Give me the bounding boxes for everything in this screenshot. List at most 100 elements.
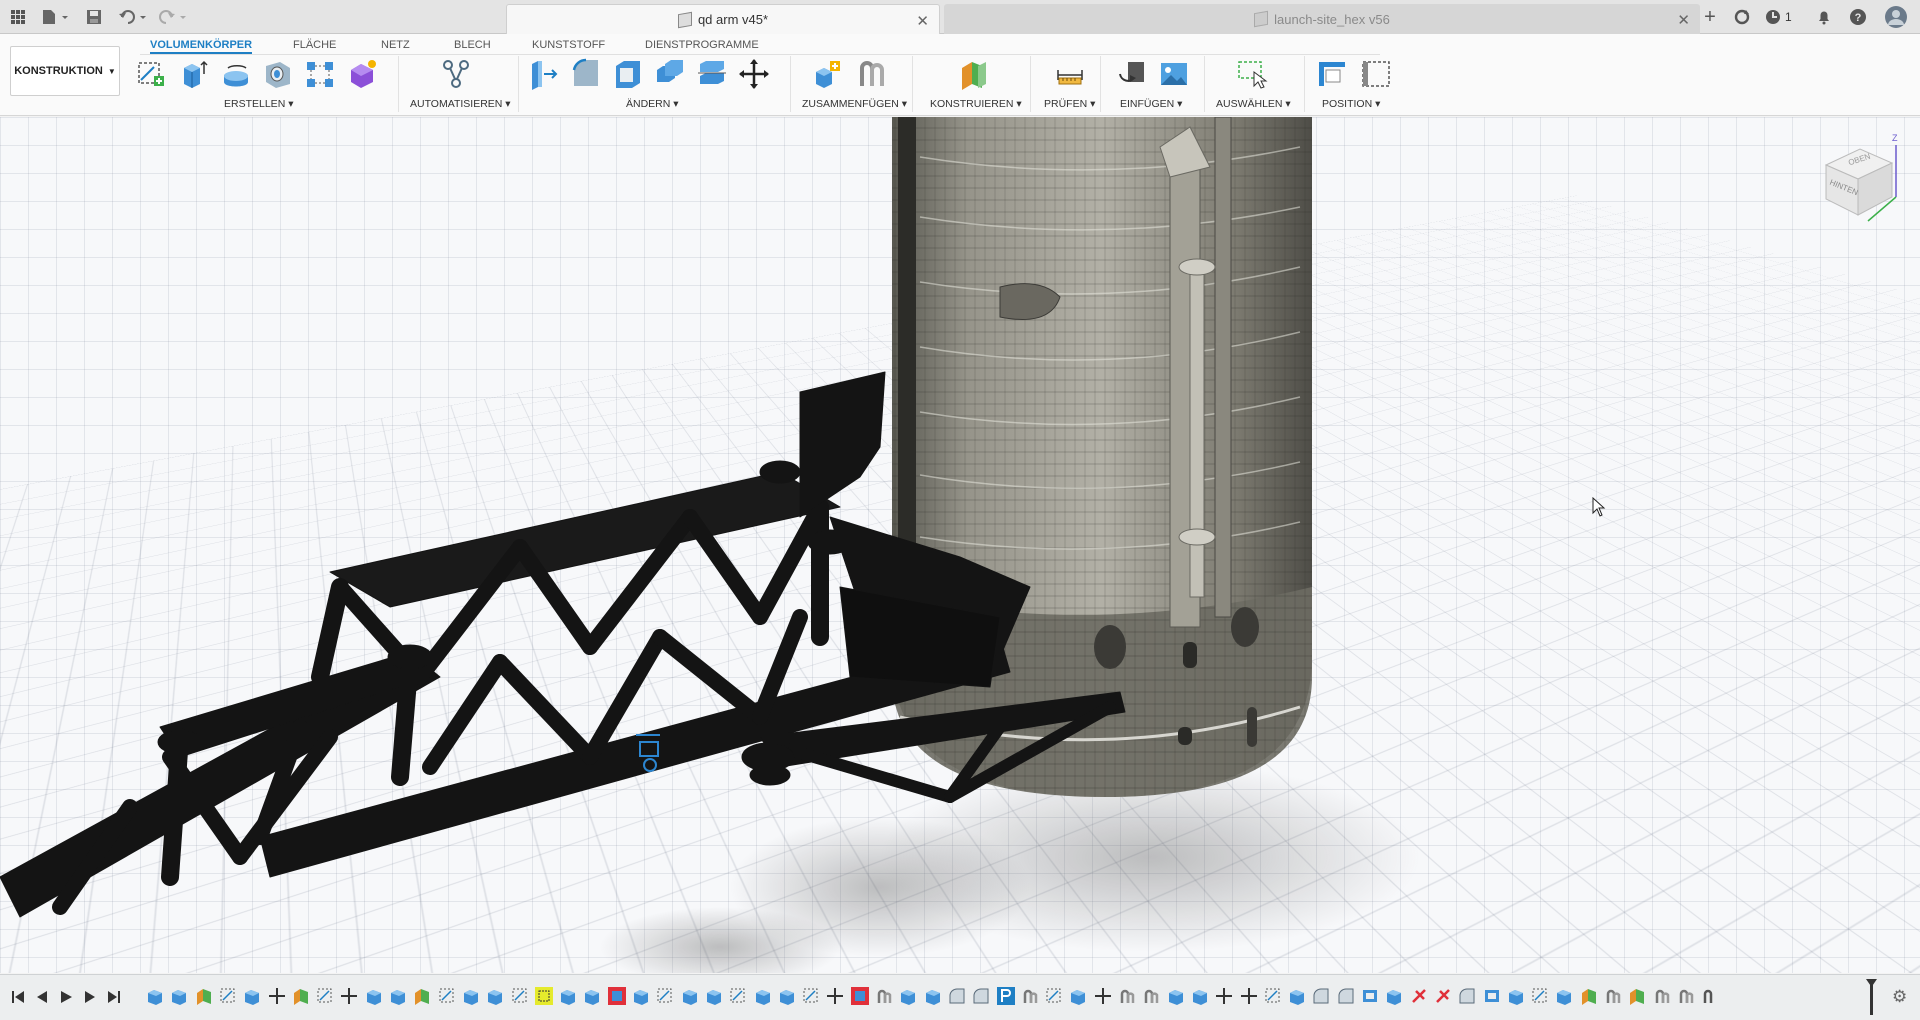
sync-icon[interactable] (1732, 7, 1752, 27)
position-capture-icon[interactable] (1316, 58, 1348, 90)
split-body-icon[interactable] (696, 58, 728, 90)
group-pruefen[interactable]: PRÜFEN ▾ (1044, 98, 1095, 110)
file-menu-icon[interactable] (38, 7, 72, 27)
3d-viewport[interactable] (0, 117, 1920, 973)
timeline-feature-sketch-icon[interactable] (316, 987, 334, 1005)
tab-blech[interactable]: BLECH (454, 36, 491, 54)
extrude-icon[interactable] (178, 58, 210, 90)
group-konstruieren[interactable]: KONSTRUIEREN ▾ (930, 98, 1022, 110)
timeline-settings-gear-icon[interactable]: ⚙ (1892, 987, 1912, 1007)
save-icon[interactable] (84, 7, 104, 27)
timeline-feature-body-icon[interactable] (924, 987, 942, 1005)
group-zusammenfuegen[interactable]: ZUSAMMENFÜGEN ▾ (802, 98, 907, 110)
timeline-prev-icon[interactable] (34, 989, 50, 1005)
timeline-marker[interactable] (1870, 981, 1873, 1015)
undo-icon[interactable] (116, 7, 150, 27)
timeline-feature-body-icon[interactable] (1555, 987, 1573, 1005)
timeline-feature-sketch-icon[interactable] (511, 987, 529, 1005)
timeline-feature-joint-icon[interactable] (1142, 987, 1160, 1005)
tab-qd-arm[interactable]: qd arm v45* ✕ (506, 4, 940, 34)
timeline-feature-sketch-icon[interactable] (1045, 987, 1063, 1005)
timeline-feature-move-icon[interactable] (268, 987, 286, 1005)
help-icon[interactable]: ? (1848, 7, 1868, 27)
timeline-feature-move-icon[interactable] (1094, 987, 1112, 1005)
new-component-icon[interactable] (812, 58, 844, 90)
group-position[interactable]: POSITION ▾ (1322, 98, 1380, 110)
timeline-feature-sketch-icon[interactable] (802, 987, 820, 1005)
timeline-feature-joint-icon[interactable] (1604, 987, 1622, 1005)
timeline-feature-move-icon[interactable] (340, 987, 358, 1005)
new-tab-icon[interactable]: + (1700, 7, 1720, 27)
insert-image-icon[interactable] (1158, 58, 1190, 90)
app-grid-icon[interactable] (8, 7, 28, 27)
notification-bell-icon[interactable] (1814, 7, 1834, 27)
timeline-play-icon[interactable] (58, 989, 74, 1005)
timeline-feature-body-icon[interactable] (559, 987, 577, 1005)
timeline-feature-fillet-icon[interactable] (972, 987, 990, 1005)
group-erstellen[interactable]: ERSTELLEN ▾ (224, 98, 293, 110)
group-auswaehlen[interactable]: AUSWÄHLEN ▾ (1216, 98, 1291, 110)
timeline-feature-sketch-icon[interactable] (438, 987, 456, 1005)
timeline-feature-plane-icon[interactable] (1628, 987, 1646, 1005)
insert-derive-icon[interactable] (1116, 58, 1148, 90)
timeline-feature-sel-r-icon[interactable] (851, 987, 869, 1005)
timeline-feature-sel-r-icon[interactable] (608, 987, 626, 1005)
timeline-feature-body-icon[interactable] (243, 987, 261, 1005)
timeline-feature-fillet-icon[interactable] (1312, 987, 1330, 1005)
timeline-feature-plane-icon[interactable] (1580, 987, 1598, 1005)
timeline-feature-end-icon[interactable] (1701, 987, 1719, 1005)
timeline-feature-body-icon[interactable] (1507, 987, 1525, 1005)
tab-volumenkoerper[interactable]: VOLUMENKÖRPER (150, 36, 252, 54)
timeline-feature-sketch-icon[interactable] (729, 987, 747, 1005)
close-tab-icon[interactable]: ✕ (1677, 11, 1690, 29)
model-scene[interactable] (0, 117, 1920, 973)
timeline-first-icon[interactable] (10, 989, 26, 1005)
tab-launch-site[interactable]: launch-site_hex v56 ✕ (944, 4, 1700, 34)
timeline-feature-sketch-icon[interactable] (1531, 987, 1549, 1005)
tab-flaeche[interactable]: FLÄCHE (293, 36, 336, 54)
timeline-feature-sel-b-icon[interactable] (997, 987, 1015, 1005)
revolve-icon[interactable] (220, 58, 252, 90)
shell-icon[interactable] (612, 58, 644, 90)
timeline-feature-body-icon[interactable] (899, 987, 917, 1005)
workspace-switcher[interactable]: KONSTRUKTION ▼ (10, 46, 120, 96)
timeline-feature-shell-icon[interactable] (1361, 987, 1379, 1005)
timeline-feature-plane-icon[interactable] (413, 987, 431, 1005)
hole-icon[interactable] (262, 58, 294, 90)
tab-dienstprogramme[interactable]: DIENSTPROGRAMME (645, 36, 759, 54)
timeline-feature-sketch-icon[interactable] (656, 987, 674, 1005)
timeline-feature-body-icon[interactable] (754, 987, 772, 1005)
create-sketch-icon[interactable] (136, 58, 168, 90)
timeline-feature-joint-icon[interactable] (875, 987, 893, 1005)
measure-icon[interactable] (1054, 58, 1086, 90)
timeline-feature-fillet-icon[interactable] (948, 987, 966, 1005)
redo-icon[interactable] (156, 7, 190, 27)
group-aendern[interactable]: ÄNDERN ▾ (626, 98, 679, 110)
pattern-icon[interactable] (304, 58, 336, 90)
tab-netz[interactable]: NETZ (381, 36, 410, 54)
fillet-icon[interactable] (570, 58, 602, 90)
group-einfuegen[interactable]: EINFÜGEN ▾ (1120, 98, 1182, 110)
position-revert-icon[interactable] (1360, 58, 1392, 90)
timeline-feature-body-icon[interactable] (1069, 987, 1087, 1005)
timeline-feature-sketch-icon[interactable] (219, 987, 237, 1005)
timeline-feature-body-icon[interactable] (705, 987, 723, 1005)
timeline-feature-body-icon[interactable] (1167, 987, 1185, 1005)
timeline-feature-sketch-icon[interactable] (1264, 987, 1282, 1005)
timeline-feature-joint-icon[interactable] (1118, 987, 1136, 1005)
timeline-feature-body-icon[interactable] (389, 987, 407, 1005)
timeline-feature-body-icon[interactable] (632, 987, 650, 1005)
timeline-feature-body-icon[interactable] (681, 987, 699, 1005)
tab-kunststoff[interactable]: KUNSTSTOFF (532, 36, 605, 54)
timeline-feature-body-icon[interactable] (146, 987, 164, 1005)
timeline-feature-fillet-icon[interactable] (1337, 987, 1355, 1005)
user-avatar-icon[interactable] (1884, 5, 1908, 29)
timeline-last-icon[interactable] (106, 989, 122, 1005)
group-automatisieren[interactable]: AUTOMATISIEREN ▾ (410, 98, 511, 110)
timeline-feature-shell-icon[interactable] (1483, 987, 1501, 1005)
timeline-feature-body-icon[interactable] (1385, 987, 1403, 1005)
timeline-feature-joint-icon[interactable] (1677, 987, 1695, 1005)
press-pull-icon[interactable] (528, 58, 560, 90)
automate-icon[interactable] (440, 58, 472, 90)
timeline-feature-body-icon[interactable] (170, 987, 188, 1005)
